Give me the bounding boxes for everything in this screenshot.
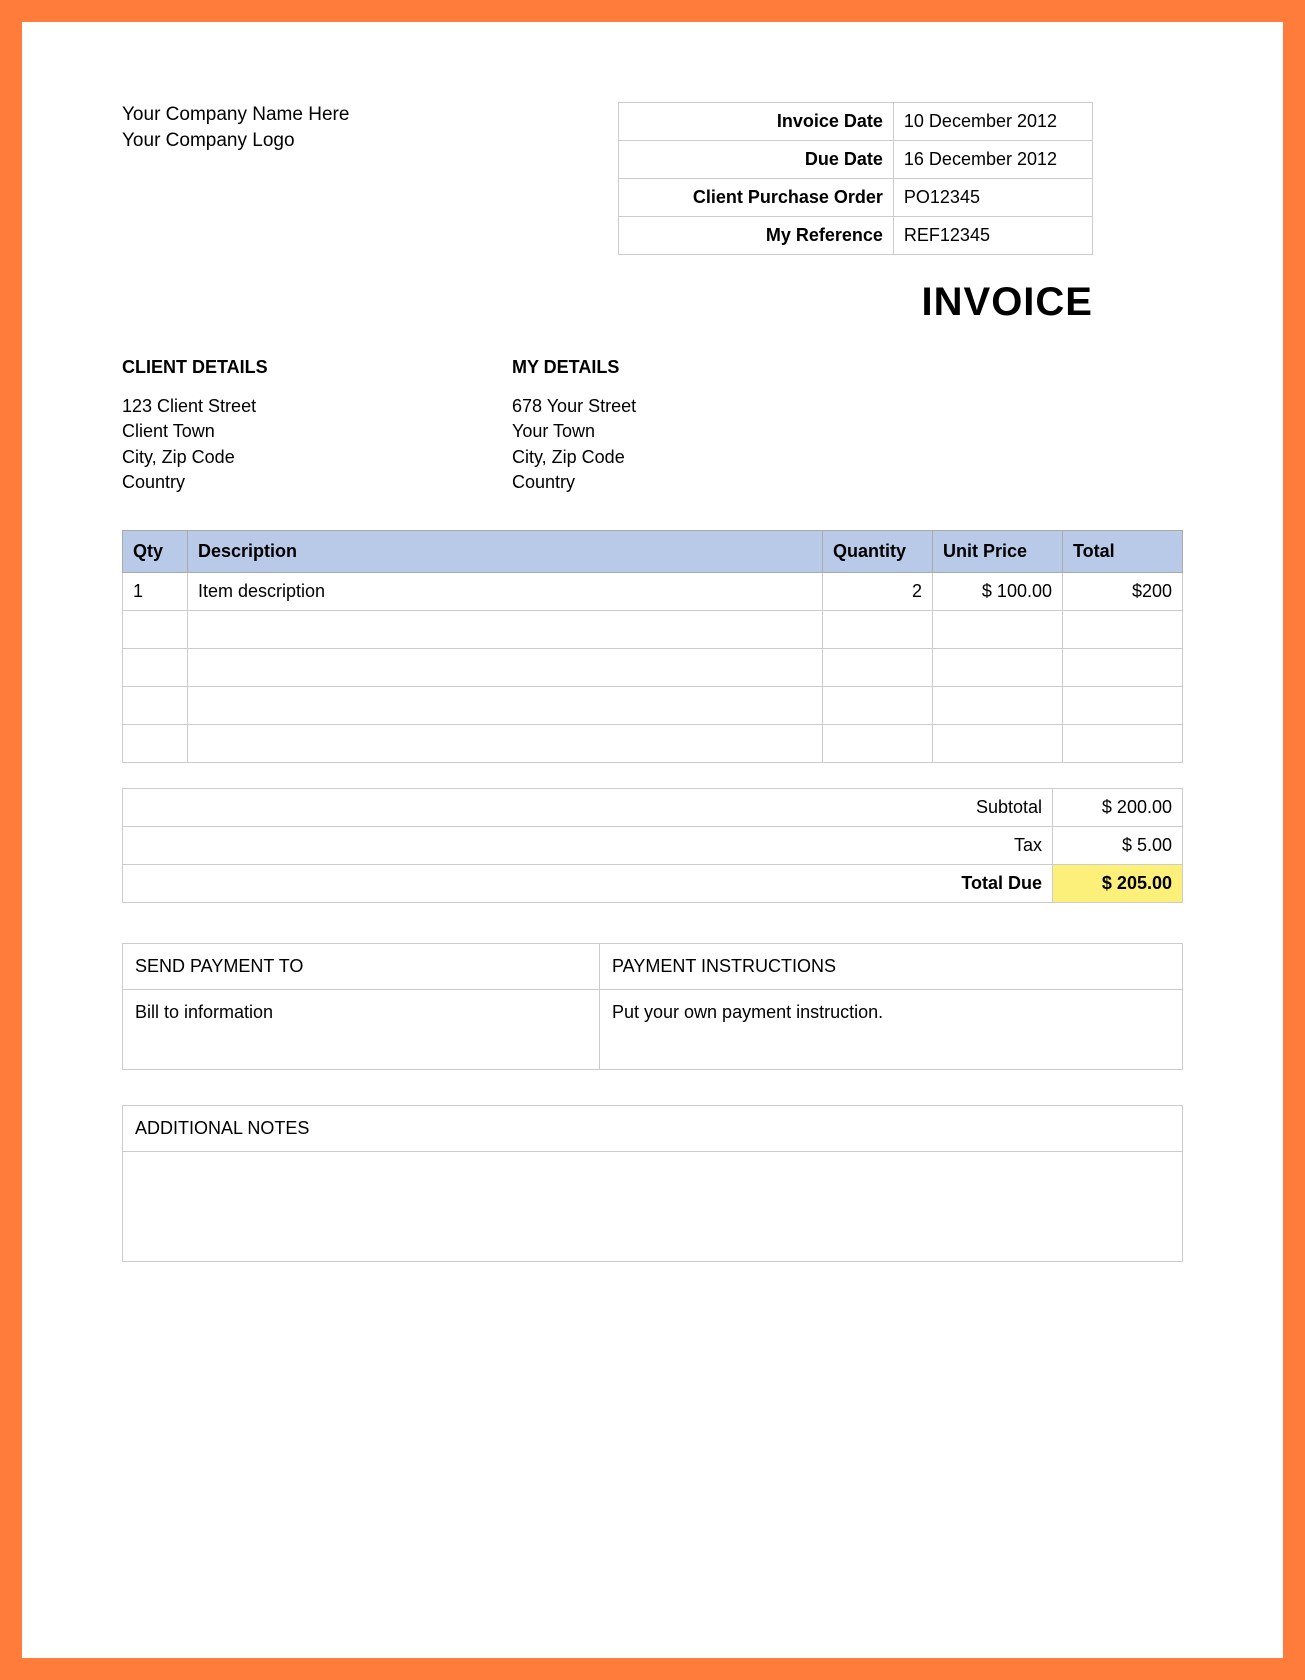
company-block: Your Company Name Here Your Company Logo [122,102,377,153]
myref-label: My Reference [619,217,894,255]
tax-value: $ 5.00 [1053,826,1183,864]
notes-table: ADDITIONAL NOTES [122,1105,1183,1262]
cell-unit [933,724,1063,762]
client-line2: Client Town [122,419,512,444]
company-logo-placeholder: Your Company Logo [122,128,377,154]
cell-qty [123,610,188,648]
my-line2: Your Town [512,419,636,444]
table-row [123,610,1183,648]
table-row [123,724,1183,762]
col-unit: Unit Price [933,530,1063,572]
payment-instructions-heading: PAYMENT INSTRUCTIONS [600,943,1183,989]
due-date-value: 16 December 2012 [893,141,1092,179]
totals-table: Subtotal $ 200.00 Tax $ 5.00 Total Due $… [122,788,1183,903]
col-total: Total [1063,530,1183,572]
subtotal-label: Subtotal [123,788,1053,826]
col-qty: Qty [123,530,188,572]
cell-total [1063,724,1183,762]
invoice-page: Your Company Name Here Your Company Logo… [0,0,1305,1680]
client-details-heading: CLIENT DETAILS [122,355,512,380]
myref-value: REF12345 [893,217,1092,255]
client-line4: Country [122,470,512,495]
due-date-label: Due Date [619,141,894,179]
cell-desc: Item description [188,572,823,610]
payment-table: SEND PAYMENT TO PAYMENT INSTRUCTIONS Bil… [122,943,1183,1070]
send-payment-heading: SEND PAYMENT TO [123,943,600,989]
details-row: CLIENT DETAILS 123 Client Street Client … [122,355,1183,495]
cell-qty: 1 [123,572,188,610]
table-row: 1 Item description 2 $ 100.00 $200 [123,572,1183,610]
cell-quantity: 2 [823,572,933,610]
invoice-title: INVOICE [122,280,1093,325]
my-line1: 678 Your Street [512,394,636,419]
table-row [123,686,1183,724]
cell-total [1063,686,1183,724]
notes-heading: ADDITIONAL NOTES [123,1105,1183,1151]
subtotal-value: $ 200.00 [1053,788,1183,826]
cpo-label: Client Purchase Order [619,179,894,217]
notes-body [123,1151,1183,1261]
cpo-value: PO12345 [893,179,1092,217]
client-details: CLIENT DETAILS 123 Client Street Client … [122,355,512,495]
cell-desc [188,648,823,686]
send-payment-body: Bill to information [123,989,600,1069]
my-line4: Country [512,470,636,495]
total-due-label: Total Due [123,864,1053,902]
cell-total: $200 [1063,572,1183,610]
invoice-date-value: 10 December 2012 [893,103,1092,141]
cell-qty [123,686,188,724]
cell-desc [188,686,823,724]
items-table: Qty Description Quantity Unit Price Tota… [122,530,1183,763]
my-line3: City, Zip Code [512,445,636,470]
my-details: MY DETAILS 678 Your Street Your Town Cit… [512,355,636,495]
cell-qty [123,648,188,686]
cell-total [1063,648,1183,686]
cell-quantity [823,686,933,724]
cell-qty [123,724,188,762]
total-due-value: $ 205.00 [1053,864,1183,902]
header-area: Your Company Name Here Your Company Logo… [122,102,1183,255]
cell-desc [188,724,823,762]
cell-total [1063,610,1183,648]
table-row [123,648,1183,686]
cell-unit: $ 100.00 [933,572,1063,610]
client-line3: City, Zip Code [122,445,512,470]
my-details-heading: MY DETAILS [512,355,636,380]
col-quantity: Quantity [823,530,933,572]
tax-label: Tax [123,826,1053,864]
invoice-date-label: Invoice Date [619,103,894,141]
client-line1: 123 Client Street [122,394,512,419]
col-desc: Description [188,530,823,572]
cell-unit [933,610,1063,648]
cell-quantity [823,648,933,686]
cell-quantity [823,610,933,648]
cell-unit [933,648,1063,686]
payment-instructions-body: Put your own payment instruction. [600,989,1183,1069]
company-name: Your Company Name Here [122,102,377,128]
meta-table: Invoice Date 10 December 2012 Due Date 1… [618,102,1093,255]
cell-unit [933,686,1063,724]
cell-desc [188,610,823,648]
cell-quantity [823,724,933,762]
